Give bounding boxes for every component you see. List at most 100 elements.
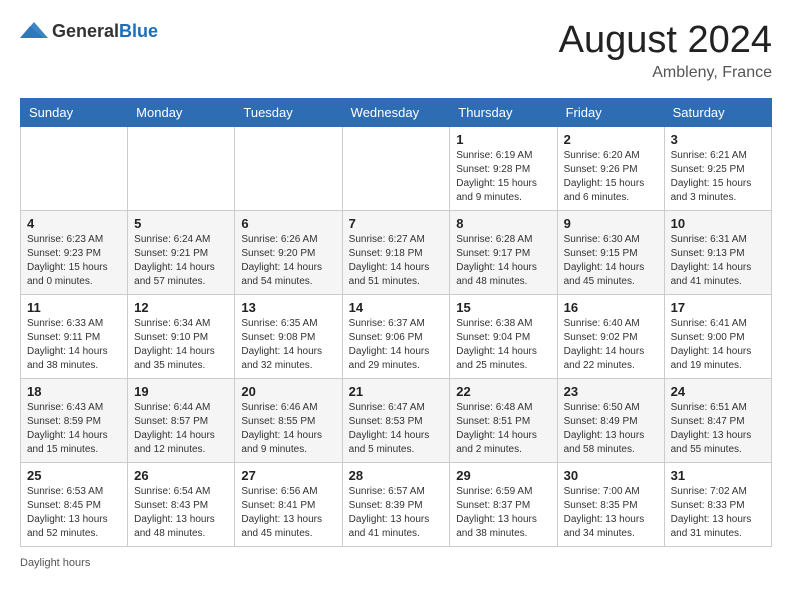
day-number: 27 <box>241 468 335 483</box>
calendar-cell: 12Sunrise: 6:34 AM Sunset: 9:10 PM Dayli… <box>128 294 235 378</box>
day-number: 29 <box>456 468 550 483</box>
day-info: Sunrise: 6:56 AM Sunset: 8:41 PM Dayligh… <box>241 485 335 541</box>
day-info: Sunrise: 6:27 AM Sunset: 9:18 PM Dayligh… <box>349 233 444 289</box>
day-number: 22 <box>456 384 550 399</box>
calendar-cell: 3 Sunrise: 6:21 AM Sunset: 9:25 PM Daylig… <box>664 126 771 210</box>
day-number: 31 <box>671 468 765 483</box>
weekday-header-sunday: Sunday <box>21 98 128 126</box>
calendar-cell: 2 Sunrise: 6:20 AM Sunset: 9:26 PM Daylig… <box>557 126 664 210</box>
calendar-cell: 26Sunrise: 6:54 AM Sunset: 8:43 PM Dayli… <box>128 462 235 546</box>
day-info: Sunrise: 6:26 AM Sunset: 9:20 PM Dayligh… <box>241 233 335 289</box>
page-header: GeneralBlue August 2024 Ambleny, France <box>20 20 772 82</box>
day-number: 15 <box>456 300 550 315</box>
day-info: Sunrise: 6:57 AM Sunset: 8:39 PM Dayligh… <box>349 485 444 541</box>
location-subtitle: Ambleny, France <box>559 64 772 82</box>
day-info: Sunrise: 6:37 AM Sunset: 9:06 PM Dayligh… <box>349 317 444 373</box>
calendar-cell: 18Sunrise: 6:43 AM Sunset: 8:59 PM Dayli… <box>21 378 128 462</box>
day-info: Sunrise: 6:30 AM Sunset: 9:15 PM Dayligh… <box>564 233 658 289</box>
logo-general: General <box>52 21 119 41</box>
day-number: 23 <box>564 384 658 399</box>
calendar-cell: 21 Sunrise: 6:47 AM Sunset: 8:53 PM Dayli… <box>342 378 450 462</box>
day-info: Sunrise: 6:20 AM Sunset: 9:26 PM Dayligh… <box>564 149 658 205</box>
day-number: 3 <box>671 132 765 147</box>
weekday-header-wednesday: Wednesday <box>342 98 450 126</box>
day-info: Sunrise: 6:19 AM Sunset: 9:28 PM Dayligh… <box>456 149 550 205</box>
calendar-cell <box>21 126 128 210</box>
weekday-header-monday: Monday <box>128 98 235 126</box>
day-number: 20 <box>241 384 335 399</box>
day-info: Sunrise: 6:51 AM Sunset: 8:47 PM Dayligh… <box>671 401 765 457</box>
daylight-label: Daylight hours <box>20 557 90 569</box>
day-info: Sunrise: 6:21 AM Sunset: 9:25 PM Dayligh… <box>671 149 765 205</box>
day-info: Sunrise: 6:35 AM Sunset: 9:08 PM Dayligh… <box>241 317 335 373</box>
logo-icon <box>20 20 48 42</box>
day-info: Sunrise: 6:43 AM Sunset: 8:59 PM Dayligh… <box>27 401 121 457</box>
calendar-cell: 19 Sunrise: 6:44 AM Sunset: 8:57 PM Dayli… <box>128 378 235 462</box>
day-info: Sunrise: 6:46 AM Sunset: 8:55 PM Dayligh… <box>241 401 335 457</box>
calendar-cell: 30Sunrise: 7:00 AM Sunset: 8:35 PM Dayli… <box>557 462 664 546</box>
calendar-cell: 24 Sunrise: 6:51 AM Sunset: 8:47 PM Dayli… <box>664 378 771 462</box>
calendar-cell: 20 Sunrise: 6:46 AM Sunset: 8:55 PM Dayli… <box>235 378 342 462</box>
calendar-cell: 1 Sunrise: 6:19 AM Sunset: 9:28 PM Daylig… <box>450 126 557 210</box>
weekday-header-row: SundayMondayTuesdayWednesdayThursdayFrid… <box>21 98 772 126</box>
day-number: 10 <box>671 216 765 231</box>
calendar-cell: 15 Sunrise: 6:38 AM Sunset: 9:04 PM Dayli… <box>450 294 557 378</box>
calendar-cell: 14 Sunrise: 6:37 AM Sunset: 9:06 PM Dayli… <box>342 294 450 378</box>
day-info: Sunrise: 6:44 AM Sunset: 8:57 PM Dayligh… <box>134 401 228 457</box>
logo-text: GeneralBlue <box>52 21 158 42</box>
day-number: 17 <box>671 300 765 315</box>
day-info: Sunrise: 6:38 AM Sunset: 9:04 PM Dayligh… <box>456 317 550 373</box>
calendar-cell: 25 Sunrise: 6:53 AM Sunset: 8:45 PM Dayli… <box>21 462 128 546</box>
calendar-cell <box>235 126 342 210</box>
day-info: Sunrise: 6:47 AM Sunset: 8:53 PM Dayligh… <box>349 401 444 457</box>
calendar-cell: 11 Sunrise: 6:33 AM Sunset: 9:11 PM Dayli… <box>21 294 128 378</box>
logo-blue: Blue <box>119 21 158 41</box>
calendar-table: SundayMondayTuesdayWednesdayThursdayFrid… <box>20 98 772 547</box>
calendar-cell: 23Sunrise: 6:50 AM Sunset: 8:49 PM Dayli… <box>557 378 664 462</box>
day-number: 13 <box>241 300 335 315</box>
footer: Daylight hours <box>20 557 772 569</box>
day-number: 14 <box>349 300 444 315</box>
calendar-cell: 29Sunrise: 6:59 AM Sunset: 8:37 PM Dayli… <box>450 462 557 546</box>
calendar-cell: 16 Sunrise: 6:40 AM Sunset: 9:02 PM Dayli… <box>557 294 664 378</box>
day-info: Sunrise: 7:02 AM Sunset: 8:33 PM Dayligh… <box>671 485 765 541</box>
day-info: Sunrise: 6:31 AM Sunset: 9:13 PM Dayligh… <box>671 233 765 289</box>
logo: GeneralBlue <box>20 20 158 42</box>
day-info: Sunrise: 6:40 AM Sunset: 9:02 PM Dayligh… <box>564 317 658 373</box>
calendar-cell: 31 Sunrise: 7:02 AM Sunset: 8:33 PM Dayli… <box>664 462 771 546</box>
calendar-week-row: 11 Sunrise: 6:33 AM Sunset: 9:11 PM Dayli… <box>21 294 772 378</box>
day-number: 11 <box>27 300 121 315</box>
day-number: 2 <box>564 132 658 147</box>
day-number: 24 <box>671 384 765 399</box>
day-number: 4 <box>27 216 121 231</box>
calendar-cell: 10 Sunrise: 6:31 AM Sunset: 9:13 PM Dayli… <box>664 210 771 294</box>
day-number: 9 <box>564 216 658 231</box>
weekday-header-saturday: Saturday <box>664 98 771 126</box>
day-info: Sunrise: 6:53 AM Sunset: 8:45 PM Dayligh… <box>27 485 121 541</box>
calendar-week-row: 1 Sunrise: 6:19 AM Sunset: 9:28 PM Daylig… <box>21 126 772 210</box>
calendar-cell: 5Sunrise: 6:24 AM Sunset: 9:21 PM Daylig… <box>128 210 235 294</box>
calendar-week-row: 18Sunrise: 6:43 AM Sunset: 8:59 PM Dayli… <box>21 378 772 462</box>
day-info: Sunrise: 6:24 AM Sunset: 9:21 PM Dayligh… <box>134 233 228 289</box>
day-number: 26 <box>134 468 228 483</box>
title-block: August 2024 Ambleny, France <box>559 20 772 82</box>
day-number: 1 <box>456 132 550 147</box>
weekday-header-thursday: Thursday <box>450 98 557 126</box>
day-info: Sunrise: 6:23 AM Sunset: 9:23 PM Dayligh… <box>27 233 121 289</box>
day-number: 16 <box>564 300 658 315</box>
calendar-cell: 4 Sunrise: 6:23 AM Sunset: 9:23 PM Daylig… <box>21 210 128 294</box>
day-number: 19 <box>134 384 228 399</box>
calendar-week-row: 25 Sunrise: 6:53 AM Sunset: 8:45 PM Dayli… <box>21 462 772 546</box>
calendar-cell <box>128 126 235 210</box>
day-info: Sunrise: 6:41 AM Sunset: 9:00 PM Dayligh… <box>671 317 765 373</box>
day-number: 25 <box>27 468 121 483</box>
calendar-cell: 9 Sunrise: 6:30 AM Sunset: 9:15 PM Daylig… <box>557 210 664 294</box>
day-number: 28 <box>349 468 444 483</box>
day-number: 6 <box>241 216 335 231</box>
day-number: 21 <box>349 384 444 399</box>
calendar-cell: 22 Sunrise: 6:48 AM Sunset: 8:51 PM Dayli… <box>450 378 557 462</box>
weekday-header-tuesday: Tuesday <box>235 98 342 126</box>
weekday-header-friday: Friday <box>557 98 664 126</box>
day-info: Sunrise: 6:33 AM Sunset: 9:11 PM Dayligh… <box>27 317 121 373</box>
day-info: Sunrise: 6:48 AM Sunset: 8:51 PM Dayligh… <box>456 401 550 457</box>
